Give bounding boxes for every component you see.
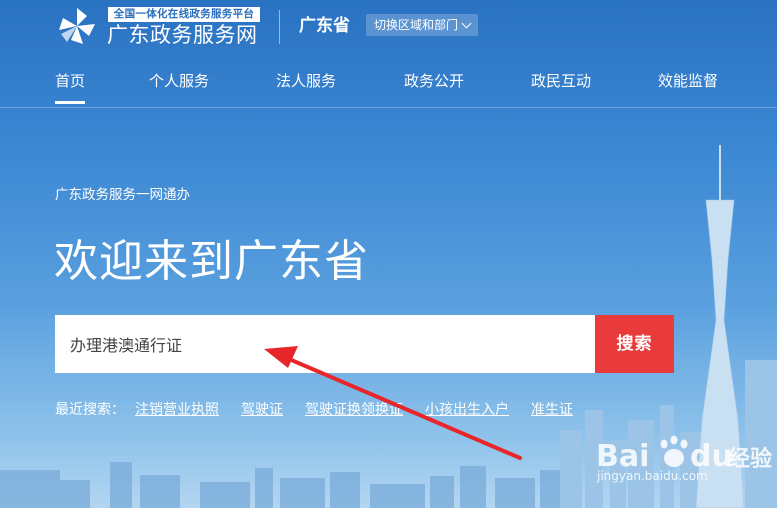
site-logo-name[interactable]: 广东政务服务网 [107, 22, 258, 48]
nav-citizen-interaction[interactable]: 政民互动 [531, 70, 591, 92]
recent-search-link[interactable]: 驾驶证 [241, 400, 283, 420]
nav-efficiency-supervision[interactable]: 效能监督 [658, 70, 718, 92]
recent-search-link[interactable]: 小孩出生入户 [425, 400, 509, 420]
recent-searches-label: 最近搜索： [55, 402, 125, 418]
chevron-down-icon [461, 18, 472, 29]
recent-search-link[interactable]: 驾驶证换领换证 [305, 400, 403, 420]
welcome-heading: 欢迎来到广东省 [54, 236, 369, 287]
recent-search-link[interactable]: 注销营业执照 [135, 400, 219, 420]
main-nav: 首页 个人服务 法人服务 政务公开 政民互动 效能监督 [0, 60, 777, 108]
svg-text:经验: 经验 [728, 446, 772, 472]
nav-personal-services[interactable]: 个人服务 [149, 70, 209, 92]
pinwheel-logo-icon [59, 8, 95, 44]
header-divider [279, 10, 280, 44]
hero-subtitle: 广东政务服务一网通办 [55, 187, 190, 203]
site-header: 全国一体化在线政务服务平台 广东政务服务网 广东省 切换区域和部门 首页 个人服… [0, 0, 777, 112]
watermark-url: jingyan.baidu.com [597, 469, 708, 483]
search-box [55, 315, 595, 373]
switch-region-label: 切换区域和部门 [374, 18, 459, 32]
current-province: 广东省 [299, 16, 350, 36]
nav-legal-person-services[interactable]: 法人服务 [276, 70, 336, 92]
search-button[interactable]: 搜索 [595, 315, 674, 373]
platform-tagline: 全国一体化在线政务服务平台 [108, 7, 260, 22]
switch-region-button[interactable]: 切换区域和部门 [366, 14, 479, 36]
search-input[interactable] [55, 315, 590, 373]
recent-searches: 最近搜索： 注销营业执照 驾驶证 驾驶证换领换证 小孩出生入户 准生证 [55, 400, 595, 420]
recent-search-link[interactable]: 准生证 [531, 400, 573, 420]
nav-government-affairs[interactable]: 政务公开 [404, 70, 464, 92]
nav-divider [0, 107, 777, 108]
nav-home[interactable]: 首页 [55, 70, 86, 104]
